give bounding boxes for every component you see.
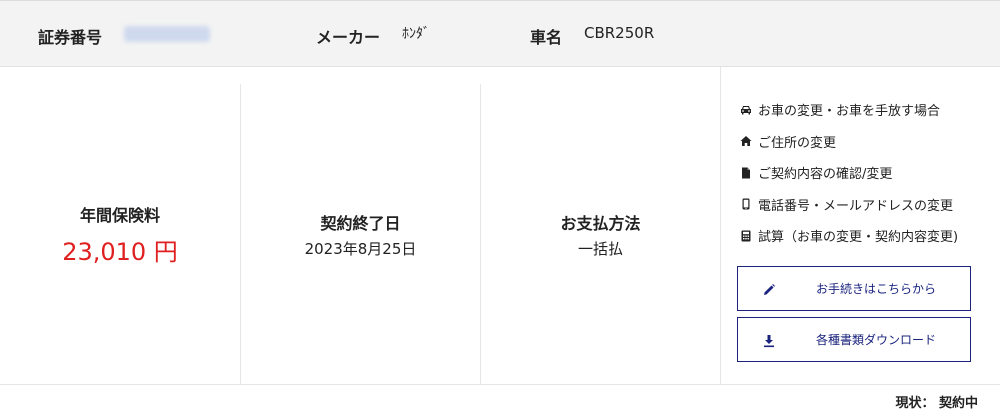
maker-value: ﾎﾝﾀﾞ: [402, 26, 430, 42]
premium-cell: 年間保険料 23,010 円: [0, 84, 240, 384]
document-download-button[interactable]: 各種書類ダウンロード: [737, 317, 971, 362]
procedure-button[interactable]: お手続きはこちらから: [737, 266, 971, 311]
premium-value: 23,010 円: [62, 237, 178, 266]
home-icon: [740, 135, 752, 147]
link-contract-details[interactable]: ご契約内容の確認/変更: [740, 157, 990, 189]
policy-header: 証券番号 メーカー ﾎﾝﾀﾞ 車名 CBR250R: [0, 0, 1000, 67]
policy-number-value-redacted: [124, 26, 210, 42]
maker-label: メーカー: [316, 28, 381, 47]
calculator-icon: [740, 230, 752, 242]
phone-icon: [740, 198, 752, 210]
link-car-change[interactable]: お車の変更・お車を手放す場合: [740, 94, 990, 126]
download-icon: [762, 333, 776, 348]
document-download-button-label: 各種書類ダウンロード: [815, 333, 936, 347]
policy-number-label: 証券番号: [38, 28, 103, 47]
link-label: ご契約内容の確認/変更: [758, 167, 893, 183]
link-label: ご住所の変更: [758, 135, 837, 151]
contract-end-cell: 契約終了日 2023年8月25日: [241, 84, 480, 384]
link-estimate[interactable]: 試算（お車の変更・契約内容変更): [740, 220, 990, 252]
car-name-label: 車名: [530, 28, 563, 47]
contract-end-label: 契約終了日: [320, 213, 401, 233]
contract-end-value: 2023年8月25日: [304, 239, 417, 258]
divider: [720, 67, 721, 384]
link-label: 電話番号・メールアドレスの変更: [758, 198, 954, 214]
link-address-change[interactable]: ご住所の変更: [740, 126, 990, 158]
link-label: 試算（お車の変更・契約内容変更): [758, 230, 959, 246]
pencil-icon: [762, 282, 776, 296]
document-icon: [740, 167, 752, 179]
divider: [0, 384, 1000, 385]
car-icon: [740, 104, 752, 116]
premium-label: 年間保険料: [79, 205, 160, 225]
procedure-button-label: お手続きはこちらから: [815, 282, 936, 296]
contract-status: 現状： 契約中: [895, 396, 978, 411]
link-label: お車の変更・お車を手放す場合: [758, 104, 941, 120]
payment-method-value: 一括払: [577, 239, 623, 258]
action-links: お車の変更・お車を手放す場合 ご住所の変更 ご契約内容の確認/変更 電話番号・メ…: [740, 94, 990, 252]
payment-method-cell: お支払方法 一括払: [481, 84, 720, 384]
car-name-value: CBR250R: [584, 24, 655, 42]
link-contact-change[interactable]: 電話番号・メールアドレスの変更: [740, 189, 990, 221]
payment-method-label: お支払方法: [560, 213, 641, 233]
